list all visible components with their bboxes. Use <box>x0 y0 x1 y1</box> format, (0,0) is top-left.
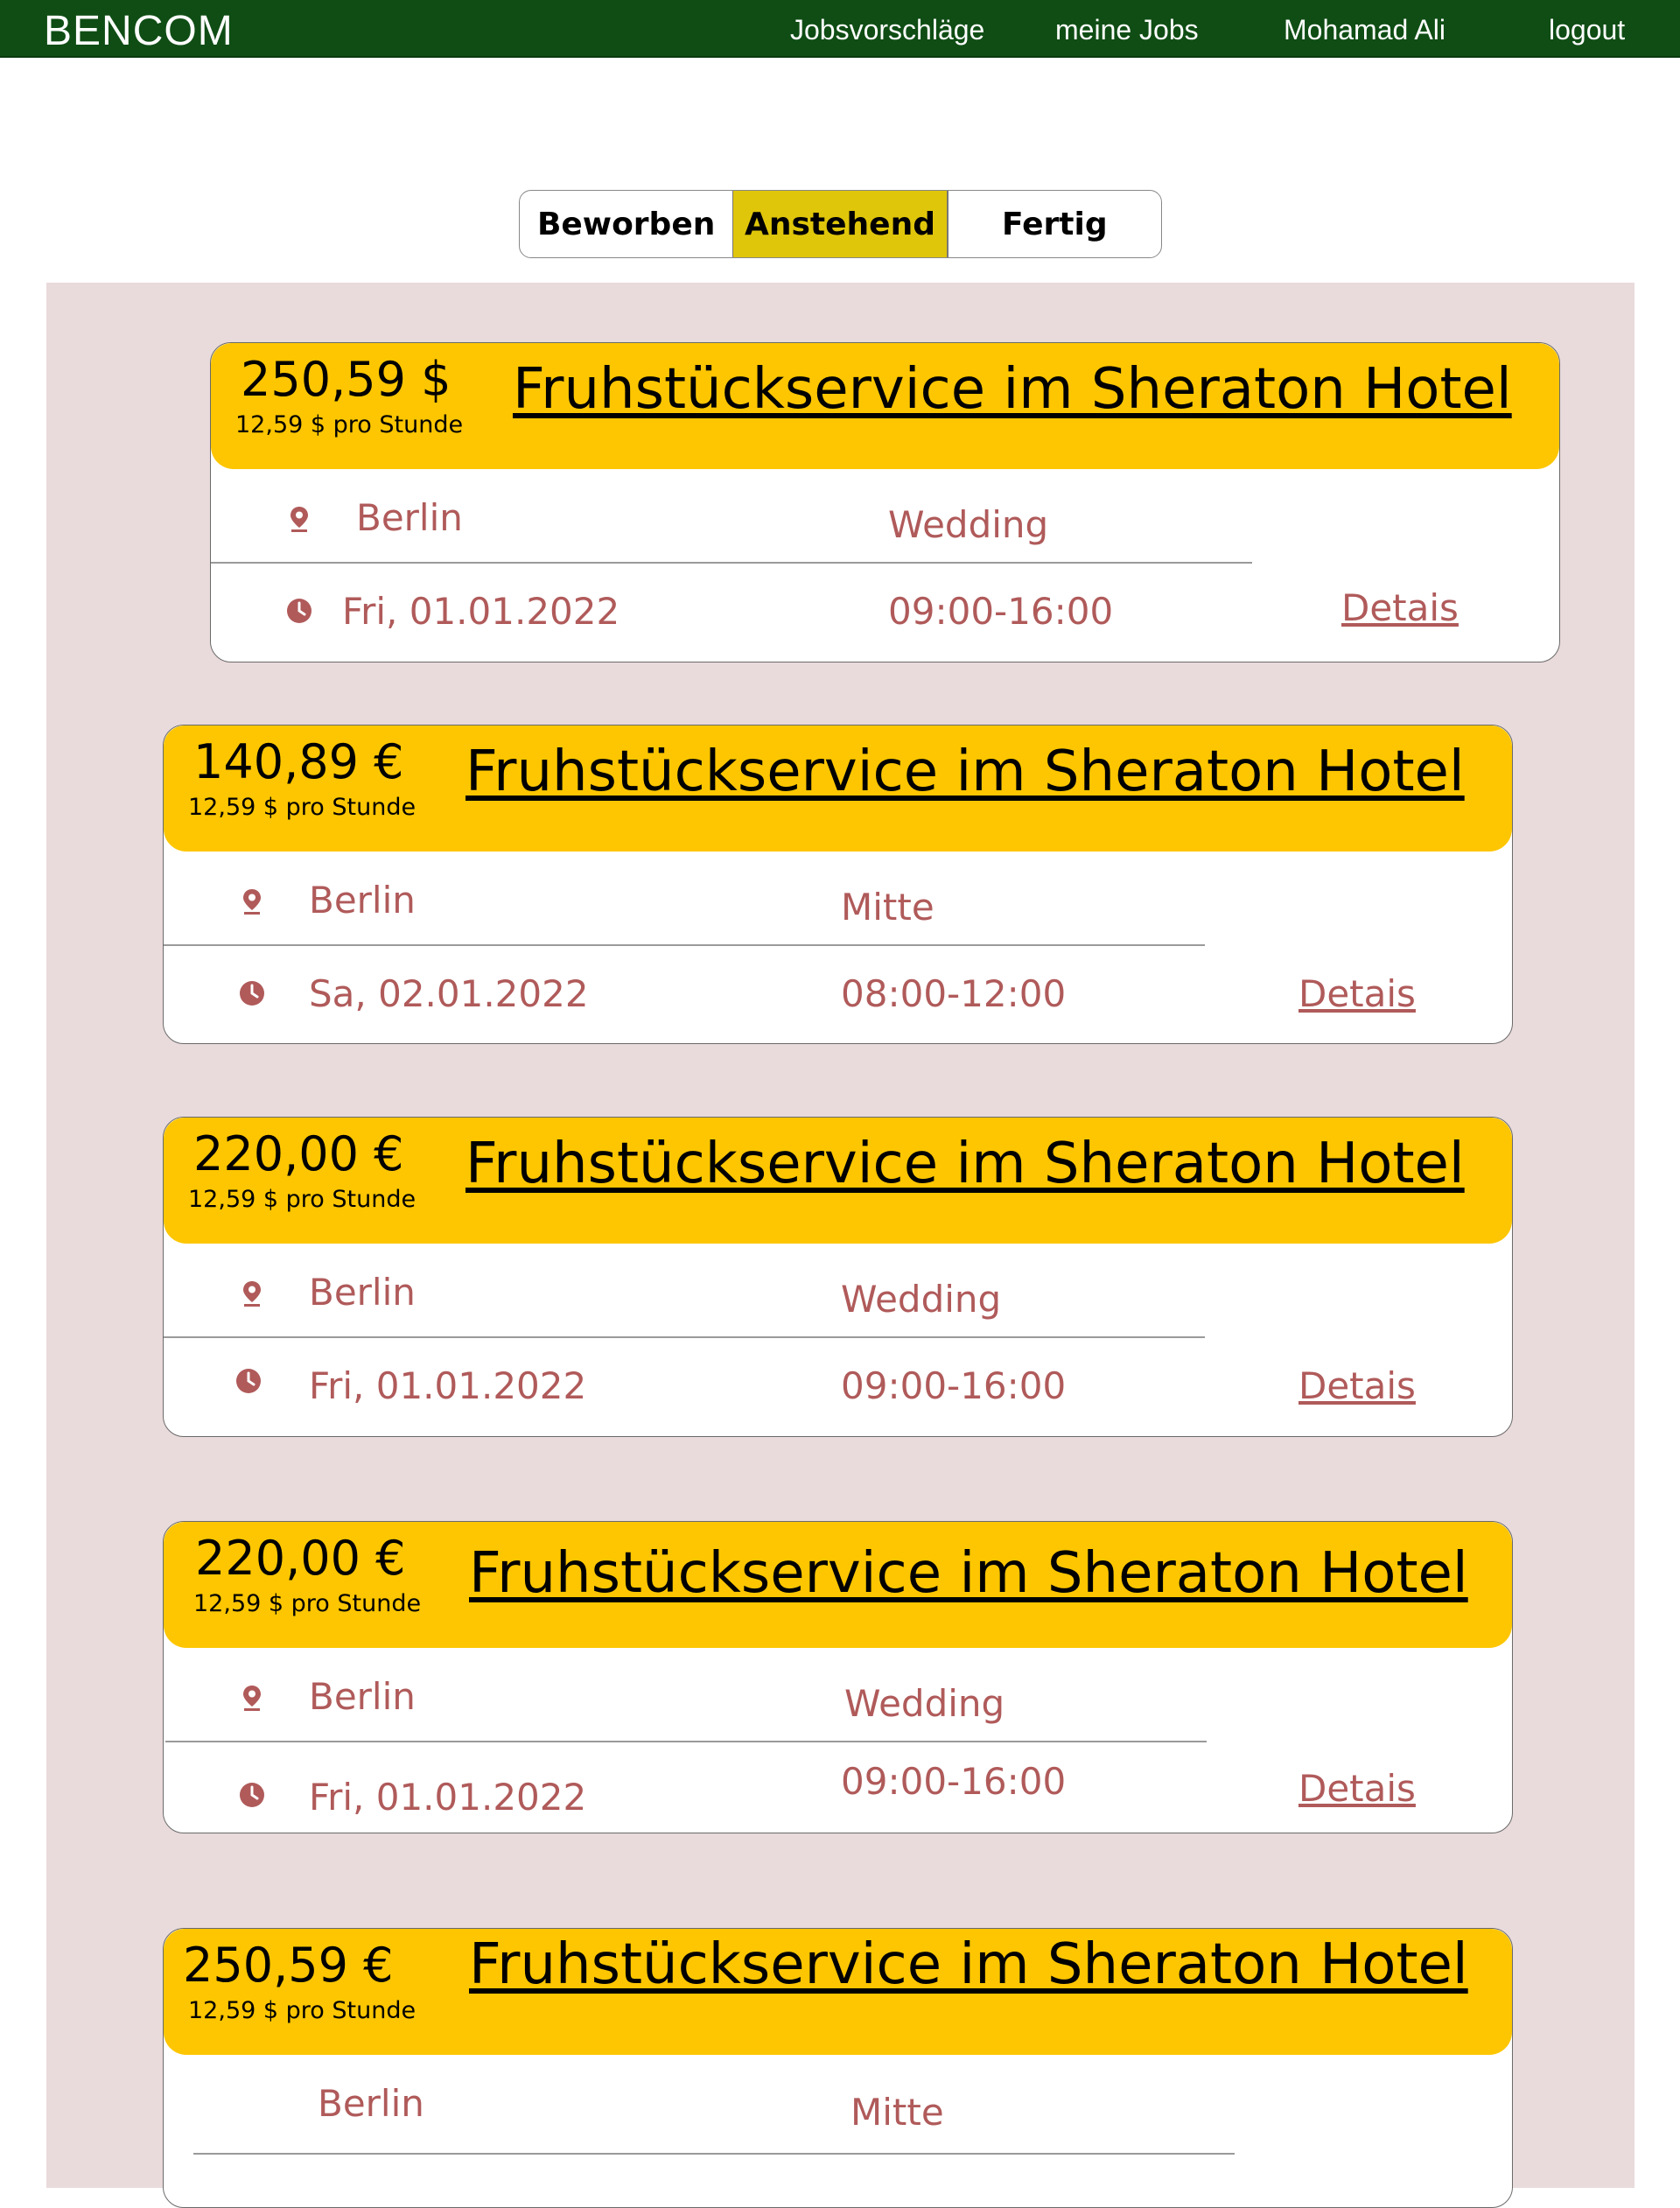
job-hourly-rate: 12,59 $ pro Stunde <box>188 1997 416 2024</box>
job-time: 09:00-16:00 <box>841 1760 1067 1803</box>
job-card-header: 220,00 € 12,59 $ pro Stunde Fruhstückser… <box>164 1118 1512 1244</box>
job-date: Fri, 01.01.2022 <box>309 1776 587 1819</box>
map-pin-icon <box>239 1684 265 1712</box>
job-city: Berlin <box>309 1271 416 1314</box>
job-time: 08:00-12:00 <box>841 972 1067 1015</box>
details-link[interactable]: Detais <box>1298 972 1416 1015</box>
job-district: Wedding <box>888 503 1049 546</box>
clock-icon <box>235 1367 262 1395</box>
job-card: 250,59 $ 12,59 $ pro Stunde Fruhstückser… <box>210 342 1560 662</box>
jobs-panel: 250,59 $ 12,59 $ pro Stunde Fruhstückser… <box>46 283 1634 2208</box>
card-divider <box>165 1741 1207 1742</box>
job-card-header: 140,89 € 12,59 $ pro Stunde Fruhstückser… <box>164 725 1512 852</box>
job-price: 140,89 € <box>193 734 404 789</box>
clock-icon <box>239 979 265 1007</box>
card-divider <box>164 1336 1205 1338</box>
job-card: 250,59 € 12,59 $ pro Stunde Fruhstückser… <box>163 1928 1513 2208</box>
job-time: 09:00-16:00 <box>888 590 1114 633</box>
job-date: Sa, 02.01.2022 <box>309 972 589 1015</box>
card-divider <box>211 562 1252 564</box>
status-tabs: Beworben Anstehend Fertig <box>519 190 1162 258</box>
card-divider <box>193 2153 1235 2155</box>
job-city: Berlin <box>318 2082 424 2125</box>
job-card: 140,89 € 12,59 $ pro Stunde Fruhstückser… <box>163 725 1513 1044</box>
tab-fertig[interactable]: Fertig <box>947 191 1161 257</box>
job-city: Berlin <box>309 1675 416 1718</box>
brand-logo[interactable]: BENCOM <box>44 7 234 55</box>
job-title-link[interactable]: Fruhstückservice im Sheraton Hotel <box>466 1132 1465 1196</box>
card-divider <box>164 944 1205 946</box>
nav-link-my-jobs[interactable]: meine Jobs <box>1055 14 1199 46</box>
job-card-header: 250,59 $ 12,59 $ pro Stunde Fruhstückser… <box>211 343 1559 469</box>
details-link[interactable]: Detais <box>1298 1364 1416 1407</box>
map-pin-icon <box>286 505 312 533</box>
map-pin-icon <box>239 887 265 915</box>
details-link[interactable]: Detais <box>1341 586 1459 629</box>
tab-beworben[interactable]: Beworben <box>520 191 732 257</box>
job-city: Berlin <box>309 879 416 922</box>
job-card-header: 250,59 € 12,59 $ pro Stunde Fruhstückser… <box>164 1929 1512 2055</box>
details-link[interactable]: Detais <box>1298 1767 1416 1810</box>
clock-icon <box>239 1781 265 1809</box>
map-pin-icon <box>239 1279 265 1307</box>
top-navbar: BENCOM Jobsvorschläge meine Jobs Mohamad… <box>0 0 1680 58</box>
job-price: 220,00 € <box>193 1126 404 1181</box>
job-price: 250,59 $ <box>241 352 452 407</box>
job-card-header: 220,00 € 12,59 $ pro Stunde Fruhstückser… <box>164 1522 1512 1648</box>
job-time: 09:00-16:00 <box>841 1364 1067 1407</box>
job-hourly-rate: 12,59 $ pro Stunde <box>235 411 464 438</box>
job-card: 220,00 € 12,59 $ pro Stunde Fruhstückser… <box>163 1521 1513 1833</box>
job-title-link[interactable]: Fruhstückservice im Sheraton Hotel <box>513 357 1512 422</box>
job-city: Berlin <box>356 496 463 539</box>
nav-link-user-profile[interactable]: Mohamad Ali <box>1284 14 1446 46</box>
job-hourly-rate: 12,59 $ pro Stunde <box>188 794 416 821</box>
clock-icon <box>286 597 312 625</box>
job-date: Fri, 01.01.2022 <box>342 590 620 633</box>
job-district: Wedding <box>841 1278 1002 1321</box>
job-district: Mitte <box>841 886 934 929</box>
job-price: 250,59 € <box>183 1938 394 1993</box>
nav-link-logout[interactable]: logout <box>1549 14 1625 46</box>
job-title-link[interactable]: Fruhstückservice im Sheraton Hotel <box>469 1932 1468 1997</box>
job-hourly-rate: 12,59 $ pro Stunde <box>188 1186 416 1213</box>
job-district: Wedding <box>844 1682 1005 1725</box>
nav-link-job-suggestions[interactable]: Jobsvorschläge <box>790 14 984 46</box>
job-card: 220,00 € 12,59 $ pro Stunde Fruhstückser… <box>163 1117 1513 1437</box>
job-title-link[interactable]: Fruhstückservice im Sheraton Hotel <box>469 1541 1468 1606</box>
tab-anstehend[interactable]: Anstehend <box>732 191 948 257</box>
job-district: Mitte <box>850 2091 944 2134</box>
job-title-link[interactable]: Fruhstückservice im Sheraton Hotel <box>466 740 1465 804</box>
job-price: 220,00 € <box>195 1531 406 1586</box>
job-hourly-rate: 12,59 $ pro Stunde <box>193 1590 422 1617</box>
job-date: Fri, 01.01.2022 <box>309 1364 587 1407</box>
